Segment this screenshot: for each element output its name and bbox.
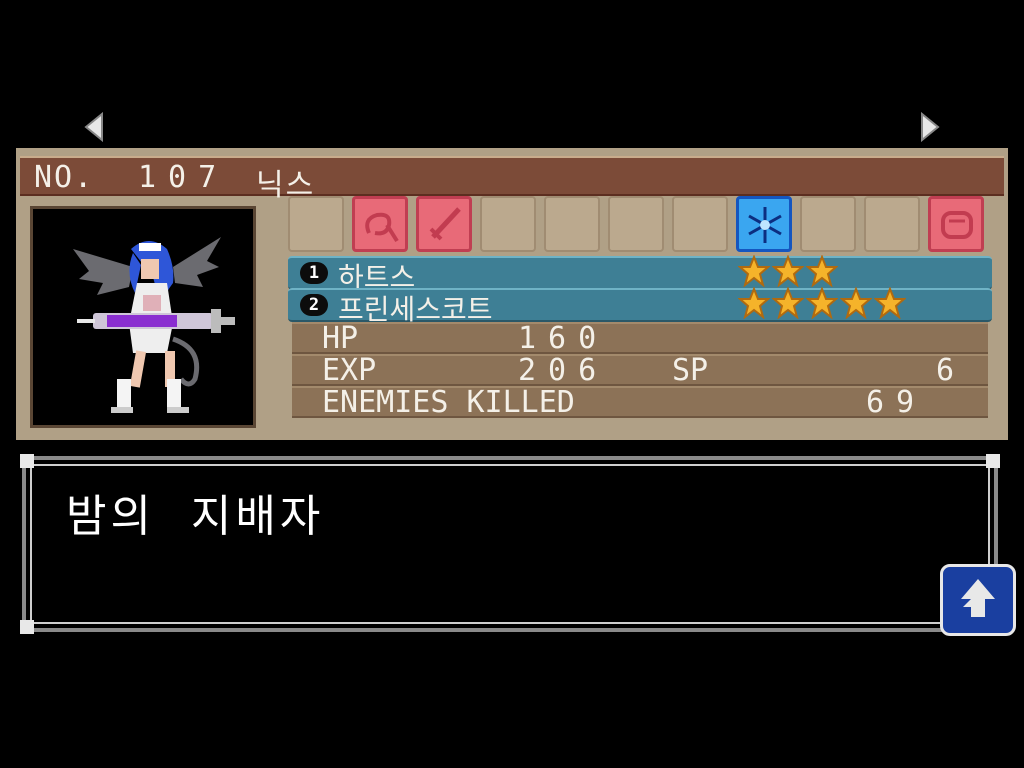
enemies-killed-label: ENEMIES KILLED bbox=[322, 385, 575, 420]
ability-slot-ice bbox=[736, 196, 792, 252]
prev-page-arrow[interactable] bbox=[82, 111, 104, 143]
description-box: 밤의 지배자 bbox=[22, 456, 998, 632]
exp-value: 206 bbox=[518, 353, 609, 388]
soul-row-1: 1 하트스 bbox=[288, 255, 992, 294]
soul-slot-badge: 2 bbox=[300, 294, 328, 316]
stat-row-exp: EXP 206 SP 6 bbox=[292, 353, 988, 388]
enemy-number: 107 bbox=[138, 160, 229, 195]
soul-rating bbox=[738, 255, 838, 287]
next-page-arrow[interactable] bbox=[920, 111, 942, 143]
number-label: NO. bbox=[34, 160, 95, 195]
enemies-killed-value: 69 bbox=[866, 385, 927, 420]
fist-icon bbox=[941, 211, 973, 239]
ability-slot-fist bbox=[928, 196, 984, 252]
up-arrow-icon bbox=[961, 579, 995, 617]
nurse-demon-sprite bbox=[73, 237, 235, 413]
soul-rating bbox=[738, 287, 906, 319]
enemy-portrait bbox=[30, 206, 256, 428]
soul-slot-badge: 1 bbox=[300, 262, 328, 284]
enemy-header: NO. 107 닉스 bbox=[20, 156, 1004, 203]
star-icon bbox=[806, 287, 838, 319]
ability-slot-empty bbox=[672, 196, 728, 252]
description-text: 밤의 지배자 bbox=[66, 491, 325, 542]
hp-value: 160 bbox=[518, 321, 609, 356]
star-icon bbox=[806, 255, 838, 287]
stat-row-kills: ENEMIES KILLED 69 bbox=[292, 385, 988, 420]
star-icon bbox=[772, 287, 804, 319]
soul-row-2: 2 프린세스코트 bbox=[288, 287, 992, 326]
snowflake-icon bbox=[748, 207, 782, 243]
ability-slot-empty bbox=[288, 196, 344, 252]
ability-slot-empty bbox=[544, 196, 600, 252]
ability-slot-empty bbox=[608, 196, 664, 252]
stat-row-hp: HP 160 bbox=[292, 321, 988, 356]
ability-slots bbox=[288, 196, 998, 252]
sword-icon bbox=[429, 207, 461, 241]
star-icon bbox=[738, 255, 770, 287]
exp-label: EXP bbox=[322, 353, 377, 388]
star-icon bbox=[772, 255, 804, 287]
sp-value: 6 bbox=[936, 353, 955, 388]
ability-slot-empty bbox=[800, 196, 856, 252]
hp-label: HP bbox=[322, 321, 359, 356]
frame-corner bbox=[20, 620, 34, 634]
ability-slot-empty bbox=[480, 196, 536, 252]
ability-slot-sword bbox=[416, 196, 472, 252]
frame-corner bbox=[986, 454, 1000, 468]
whip-icon bbox=[365, 212, 399, 243]
ability-slot-whip bbox=[352, 196, 408, 252]
scroll-up-button[interactable] bbox=[940, 564, 1016, 636]
frame-corner bbox=[20, 454, 34, 468]
star-icon bbox=[738, 287, 770, 319]
star-icon bbox=[874, 287, 906, 319]
sp-label: SP bbox=[672, 353, 709, 388]
star-icon bbox=[840, 287, 872, 319]
triangle-left-icon bbox=[84, 111, 103, 143]
triangle-right-icon bbox=[921, 111, 940, 143]
ability-slot-empty bbox=[864, 196, 920, 252]
enemy-info-card: NO. 107 닉스 1 하트스 2 프린세스코트 HP 160 EXP 206… bbox=[16, 148, 1008, 440]
